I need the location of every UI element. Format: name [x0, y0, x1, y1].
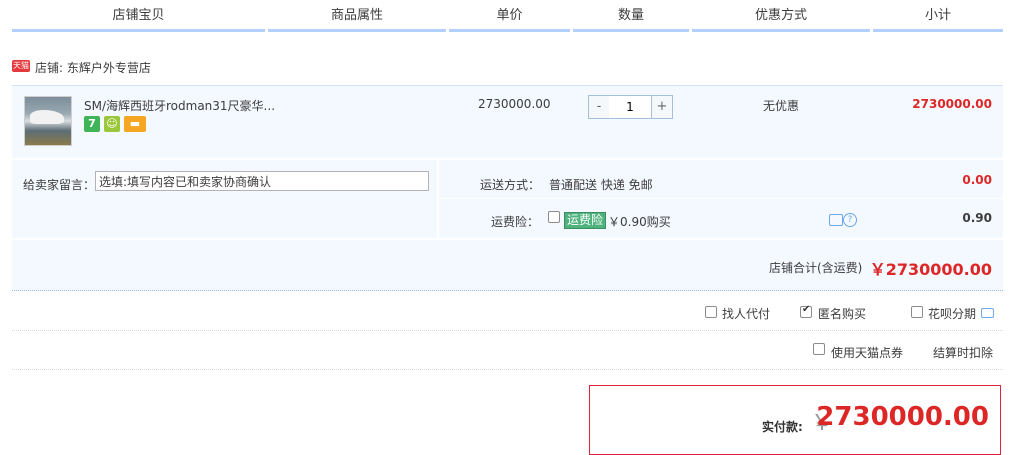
shop-total-label: 店铺合计(含运费) — [769, 261, 863, 275]
insurance-tag: 运费险 — [564, 212, 607, 229]
message-label: 给卖家留言： — [23, 178, 96, 192]
help-icon[interactable]: ? — [843, 213, 857, 227]
insurance-checkbox[interactable] — [548, 211, 560, 223]
cart-header: 店铺宝贝 商品属性 单价 数量 优惠方式 小计 — [12, 0, 1003, 32]
header-bar — [449, 29, 570, 32]
seller-message-input[interactable] — [95, 171, 429, 191]
insurance-label: 运费险： — [491, 215, 540, 229]
proxy-pay-checkbox[interactable] — [705, 306, 717, 318]
header-col-shop-item: 店铺宝贝 — [112, 8, 165, 23]
header-bar — [692, 29, 870, 32]
proxy-pay-label[interactable]: 找人代付 — [722, 305, 770, 322]
header-bar — [268, 29, 446, 32]
tmall-points-label[interactable]: 使用天猫点券 — [831, 344, 903, 361]
cart-item-row — [12, 85, 1003, 158]
payment-amount: 2730000.00 — [816, 402, 989, 432]
unit-price: 2730000.00 — [478, 97, 551, 111]
quantity-input[interactable] — [609, 95, 651, 119]
seven-day-return-icon[interactable]: 7 — [84, 116, 100, 132]
header-bar — [12, 29, 265, 32]
increment-button[interactable]: + — [651, 95, 673, 119]
shipping-label: 运送方式： — [480, 178, 541, 192]
insurance-fee: 0.90 — [962, 211, 992, 225]
boat-image-icon — [30, 110, 64, 124]
item-title[interactable]: SM/海辉西班牙rodman31尺豪华... — [84, 97, 275, 114]
tmall-badge-icon: 天猫 — [12, 60, 30, 72]
deduct-note: 结算时扣除 — [933, 346, 994, 360]
guarantee-icon[interactable]: ☺ — [104, 116, 120, 132]
insurance-buy-text: ￥0.90购买 — [608, 215, 671, 229]
header-col-promotion: 优惠方式 — [754, 8, 807, 23]
huabei-checkbox[interactable] — [911, 306, 923, 318]
shop-name[interactable]: 店铺: 东辉户外专营店 — [35, 59, 151, 76]
divider — [439, 198, 1003, 199]
shipping-fee: 0.00 — [962, 173, 992, 187]
shipping-method: 普通配送 快递 免邮 — [549, 178, 653, 192]
promotion-text: 无优惠 — [763, 99, 800, 113]
huabei-label[interactable]: 花呗分期 — [928, 305, 976, 322]
tmall-points-checkbox[interactable] — [813, 343, 825, 355]
chat-icon[interactable] — [981, 308, 994, 318]
header-bar — [873, 29, 1003, 32]
item-subtotal: 2730000.00 — [912, 97, 992, 111]
header-col-subtotal: 小计 — [924, 8, 951, 23]
credit-card-icon[interactable]: ▬ — [124, 116, 146, 132]
header-bar — [573, 29, 689, 32]
header-col-unit-price: 单价 — [496, 8, 523, 23]
payment-label: 实付款: — [762, 420, 803, 434]
header-col-quantity: 数量 — [617, 8, 644, 23]
chat-icon[interactable] — [829, 214, 843, 226]
shop-total-amount: ￥2730000.00 — [869, 260, 992, 279]
anonymous-label[interactable]: 匿名购买 — [818, 305, 866, 322]
header-col-attributes: 商品属性 — [330, 8, 383, 23]
anonymous-checkbox[interactable] — [800, 304, 812, 318]
decrement-button[interactable]: - — [588, 95, 610, 119]
